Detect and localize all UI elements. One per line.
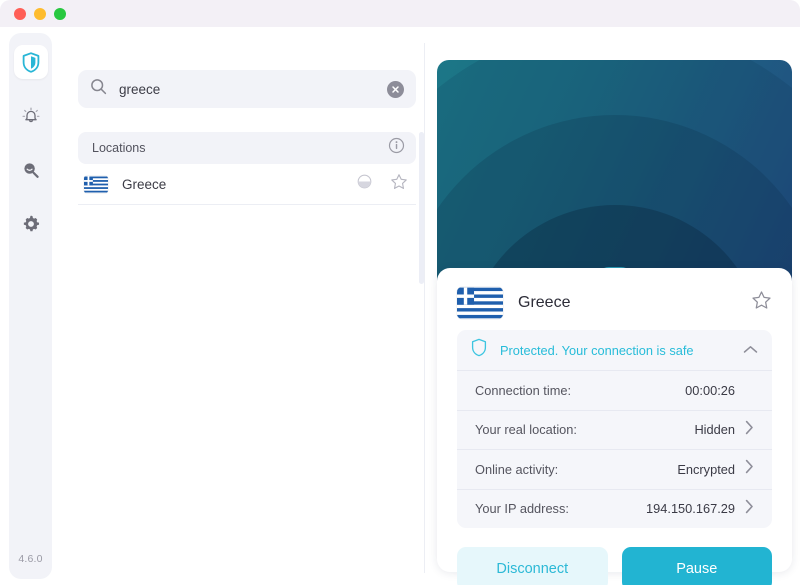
flag-greece-icon bbox=[457, 287, 503, 319]
search-circle-icon bbox=[21, 160, 41, 180]
chevron-up-icon[interactable] bbox=[743, 341, 758, 359]
gear-icon bbox=[21, 214, 41, 234]
list-item[interactable]: Greece bbox=[78, 164, 416, 205]
chevron-right-icon[interactable] bbox=[745, 459, 759, 479]
pause-button[interactable]: Pause bbox=[621, 547, 772, 585]
close-window-button[interactable] bbox=[14, 7, 26, 20]
app-body: 4.6.0 greece Locations Greece Greece Pro… bbox=[0, 27, 800, 585]
title-bar bbox=[0, 0, 800, 27]
disconnect-button[interactable]: Disconnect bbox=[457, 547, 608, 585]
detail-value: Encrypted bbox=[677, 461, 735, 477]
search-icon bbox=[90, 78, 107, 100]
favorite-star-icon[interactable] bbox=[390, 173, 408, 196]
panel-divider bbox=[424, 43, 425, 573]
detail-label: Your real location: bbox=[475, 422, 577, 438]
alarm-icon bbox=[21, 106, 41, 126]
search-input[interactable] bbox=[119, 81, 387, 97]
connection-details: Protected. Your connection is safe Conne… bbox=[457, 330, 772, 528]
locations-panel: Locations bbox=[64, 43, 424, 573]
detail-row-ip-address[interactable]: Your IP address: 194.150.167.29 bbox=[457, 488, 772, 529]
sidebar-item-search[interactable] bbox=[14, 153, 48, 187]
connection-status-label: Protected. Your connection is safe bbox=[500, 342, 694, 358]
app-window: 4.6.0 greece Locations Greece Greece Pro… bbox=[0, 0, 800, 585]
detail-label: Online activity: bbox=[475, 461, 559, 477]
info-icon[interactable] bbox=[388, 137, 405, 159]
sidebar-item-alerts[interactable] bbox=[14, 99, 48, 133]
maximize-window-button[interactable] bbox=[54, 7, 66, 20]
connection-country-label: Greece bbox=[518, 294, 571, 311]
minimize-window-button[interactable] bbox=[34, 7, 46, 20]
detail-value: 194.150.167.29 bbox=[646, 501, 735, 517]
locations-list: Greece bbox=[78, 164, 416, 205]
search-bar[interactable] bbox=[78, 70, 416, 108]
sidebar: 4.6.0 bbox=[9, 33, 52, 579]
sidebar-item-settings[interactable] bbox=[14, 207, 48, 241]
locations-header: Locations bbox=[78, 132, 416, 164]
chevron-right-icon[interactable] bbox=[745, 499, 759, 519]
shield-icon bbox=[22, 51, 40, 73]
chevron-right-icon[interactable] bbox=[745, 420, 759, 440]
list-item-label: Greece bbox=[122, 176, 167, 192]
connection-status-row[interactable]: Protected. Your connection is safe bbox=[457, 330, 772, 370]
locations-header-label: Locations bbox=[92, 141, 146, 155]
detail-label: Your IP address: bbox=[475, 501, 569, 517]
sidebar-item-vpn[interactable] bbox=[13, 45, 48, 79]
detail-value: Hidden bbox=[694, 422, 735, 438]
connection-panel: Greece Protected. Your connection is saf… bbox=[437, 60, 792, 585]
clear-search-button[interactable] bbox=[387, 80, 404, 98]
favorite-star-icon[interactable] bbox=[751, 290, 772, 316]
detail-row-connection-time: Connection time: 00:00:26 bbox=[457, 370, 772, 410]
shield-icon bbox=[471, 338, 487, 362]
app-version: 4.6.0 bbox=[18, 553, 43, 565]
connection-header: Greece bbox=[457, 284, 772, 322]
server-load-icon[interactable] bbox=[357, 174, 372, 194]
detail-row-online-activity[interactable]: Online activity: Encrypted bbox=[457, 449, 772, 489]
connection-card: Greece Protected. Your connection is saf… bbox=[437, 268, 792, 585]
detail-value: 00:00:26 bbox=[685, 382, 735, 398]
detail-label: Connection time: bbox=[475, 382, 572, 398]
flag-greece-icon bbox=[84, 176, 108, 193]
connection-actions: Disconnect Pause bbox=[457, 547, 772, 585]
map-view[interactable] bbox=[437, 60, 792, 295]
detail-row-real-location[interactable]: Your real location: Hidden bbox=[457, 409, 772, 450]
